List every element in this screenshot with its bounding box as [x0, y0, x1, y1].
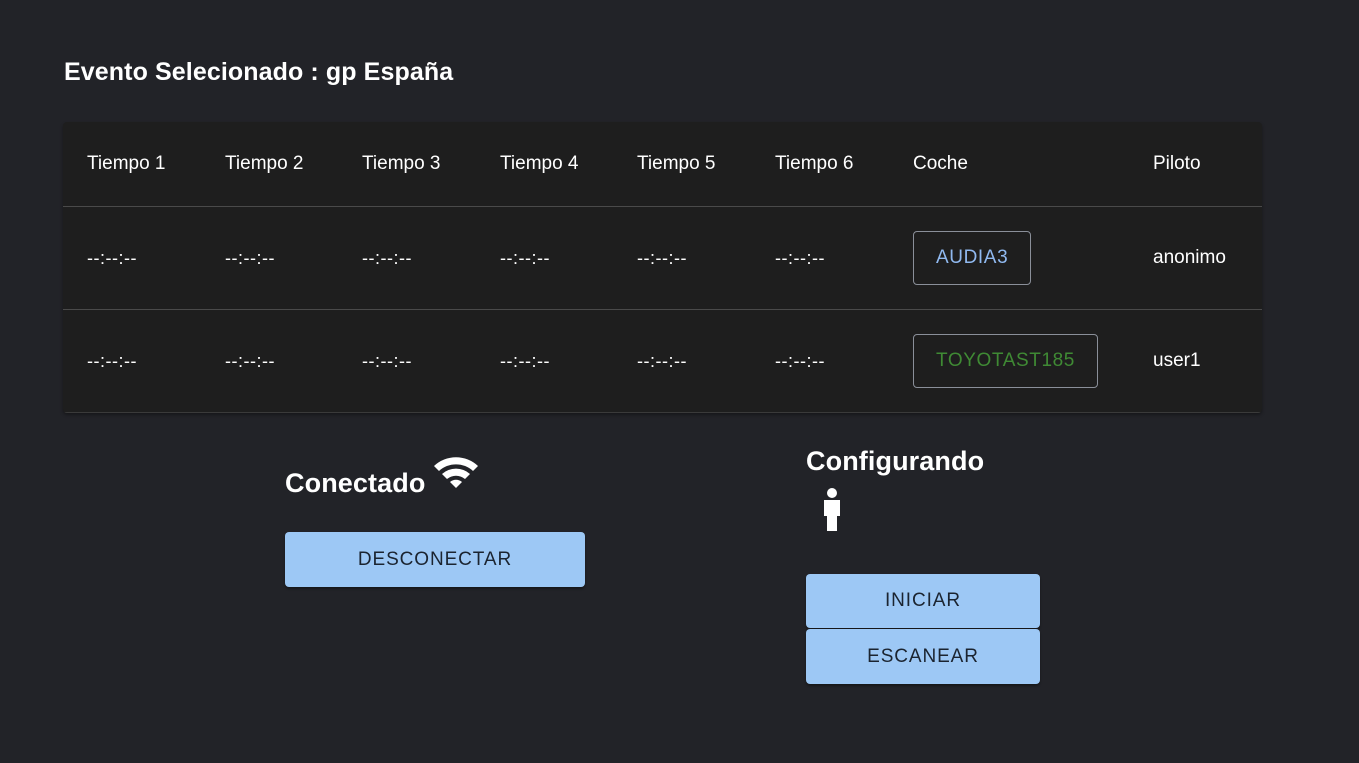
- time-cell: --:--:--: [751, 309, 889, 413]
- column-header-tiempo-6[interactable]: Tiempo 6: [751, 122, 889, 207]
- pilot-cell: user1: [1129, 309, 1262, 413]
- car-cell: AUDIA3: [889, 206, 1129, 310]
- time-cell: --:--:--: [338, 309, 476, 413]
- time-cell: --:--:--: [201, 309, 338, 413]
- wifi-icon: [432, 450, 480, 495]
- column-header-tiempo-5[interactable]: Tiempo 5: [613, 122, 751, 207]
- pilot-cell: anonimo: [1129, 206, 1262, 310]
- table-row: --:--:-- --:--:-- --:--:-- --:--:-- --:-…: [63, 206, 1262, 310]
- car-cell: TOYOTAST185: [889, 309, 1129, 413]
- column-header-tiempo-4[interactable]: Tiempo 4: [476, 122, 613, 207]
- time-cell: --:--:--: [613, 206, 751, 310]
- column-header-tiempo-2[interactable]: Tiempo 2: [201, 122, 338, 207]
- column-header-tiempo-1[interactable]: Tiempo 1: [63, 122, 201, 207]
- page-title: Evento Selecionado : gp España: [64, 58, 454, 86]
- car-chip-toyotast185[interactable]: TOYOTAST185: [913, 334, 1098, 388]
- column-header-coche[interactable]: Coche: [889, 122, 1129, 207]
- column-header-piloto[interactable]: Piloto: [1129, 122, 1262, 207]
- time-cell: --:--:--: [63, 206, 201, 310]
- start-button[interactable]: INICIAR: [806, 574, 1040, 628]
- time-cell: --:--:--: [613, 309, 751, 413]
- time-cell: --:--:--: [338, 206, 476, 310]
- time-cell: --:--:--: [201, 206, 338, 310]
- person-icon: [820, 486, 844, 537]
- time-cell: --:--:--: [751, 206, 889, 310]
- column-header-tiempo-3[interactable]: Tiempo 3: [338, 122, 476, 207]
- scan-button[interactable]: ESCANEAR: [806, 629, 1040, 684]
- laps-table: Tiempo 1 Tiempo 2 Tiempo 3 Tiempo 4 Tiem…: [63, 122, 1262, 413]
- disconnect-button[interactable]: DESCONECTAR: [285, 532, 585, 587]
- car-chip-audia3[interactable]: AUDIA3: [913, 231, 1032, 285]
- time-cell: --:--:--: [476, 206, 613, 310]
- table-row: --:--:-- --:--:-- --:--:-- --:--:-- --:-…: [63, 309, 1262, 413]
- time-cell: --:--:--: [63, 309, 201, 413]
- connection-status-label: Conectado: [285, 468, 426, 498]
- config-status-label: Configurando: [806, 446, 985, 476]
- time-cell: --:--:--: [476, 309, 613, 413]
- table-header-row: Tiempo 1 Tiempo 2 Tiempo 3 Tiempo 4 Tiem…: [63, 122, 1262, 207]
